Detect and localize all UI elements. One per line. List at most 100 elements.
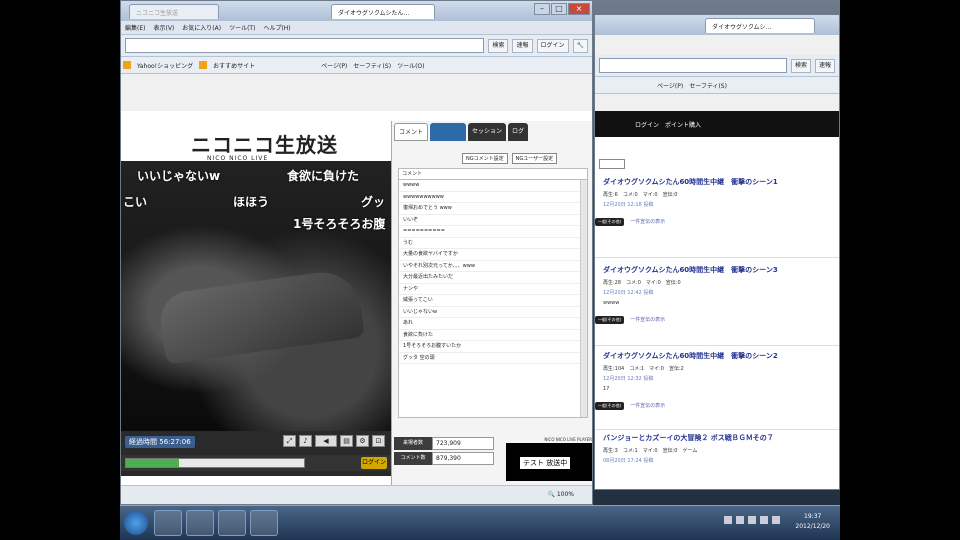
resize-icon[interactable]: ⊡ [372, 435, 385, 447]
tab-comments[interactable]: コメント [394, 123, 429, 141]
volume-icon[interactable]: ♪ [299, 435, 312, 447]
comment-row[interactable]: 大量の食欲ヤバイですか [399, 249, 587, 261]
wrench-icon[interactable]: 🔧 [572, 38, 588, 53]
comment-row[interactable]: 大分最近出たみたいだ [399, 272, 587, 284]
menu-favorites[interactable]: お気に入り(A) [182, 23, 221, 32]
point-link[interactable]: ポイント購入 [665, 120, 701, 129]
search-input[interactable] [125, 38, 485, 53]
result-title[interactable]: ダイオウグソクムシたん60時間生中継 衝撃のシーン1 [603, 177, 839, 187]
comment-row[interactable]: うむ [399, 238, 587, 249]
ng-user-button[interactable]: NGユーザー設定 [511, 153, 558, 164]
menu-tools[interactable]: ツール(T) [229, 23, 255, 32]
elapsed-time: 経過時間 56:27:06 [125, 436, 195, 448]
mini-player[interactable]: テスト 放送中 [506, 443, 592, 481]
comment-row[interactable]: wwwwwwwwww [399, 192, 587, 203]
menu-edit[interactable]: 編集(E) [125, 23, 145, 32]
tab-daiougusokumushi[interactable]: ダイオウグソクムシたん... [331, 4, 435, 19]
result-tag[interactable]: 一般(その他) [595, 218, 625, 226]
comment-row[interactable]: 威張ってこい [399, 295, 587, 307]
comment-row[interactable]: グッタ 空の頭 [399, 353, 587, 364]
tab-log[interactable]: ログ [508, 123, 529, 141]
comment-row[interactable]: ナンや [399, 284, 587, 295]
result-item[interactable]: ダイオウグソクムシたん60時間生中継 衝撃のシーン3 再生:28 コメ:0 マイ… [595, 265, 839, 324]
submit-button[interactable]: ログイン [361, 457, 387, 469]
volume-tray-icon[interactable] [772, 516, 780, 524]
video-player[interactable]: いいじゃないw 食欲に負けた こい ほほう グッ 1号そろそろお腹 [121, 161, 391, 431]
comment-list[interactable]: wwww wwwwwwwwww 復帰おめでとう www いいぞ ========== うむ… [398, 180, 588, 418]
comment-row[interactable]: いいじゃないw [399, 307, 587, 318]
result-item[interactable]: ダイオウグソクムシたん60時間生中継 衝撃のシーン1 再生:6 コメ:0 マイ:… [595, 177, 839, 226]
comment-input[interactable] [125, 458, 305, 468]
title-bar-right[interactable]: ダイオウグソクムシ... [595, 15, 839, 35]
comment-row[interactable]: 食欲に負けた [399, 330, 587, 341]
result-title[interactable]: バンジョーとカズーイの大冒険２ ボス戦ＢＧＭその７ [603, 433, 839, 443]
title-bar[interactable]: ニコニコ生放送 ダイオウグソクムシたん... – □ × [121, 1, 592, 21]
start-button[interactable] [124, 511, 148, 535]
result-title[interactable]: ダイオウグソクムシたん60時間生中継 衝撃のシーン2 [603, 351, 839, 361]
result-title[interactable]: ダイオウグソクムシたん60時間生中継 衝撃のシーン3 [603, 265, 839, 275]
result-ad-link[interactable]: 一件宣伝の表示 [630, 317, 665, 323]
result-item[interactable]: バンジョーとカズーイの大冒険２ ボス戦ＢＧＭその７ 再生:3 コメ:1 マイ:0… [603, 433, 839, 464]
comment-row[interactable]: 1号そろそろお腹すいたか [399, 341, 587, 353]
cmd-tools[interactable]: ツール(O) [397, 61, 424, 70]
tab-search-results[interactable]: ダイオウグソクムシ... [705, 18, 815, 33]
comment-row[interactable]: wwww [399, 180, 587, 192]
cmd-safety[interactable]: セーフティ(S) [353, 61, 391, 70]
fav-recommended[interactable]: おすすめサイト [213, 61, 255, 70]
app-taskbar-icon[interactable] [250, 510, 278, 536]
news-button[interactable]: 速報 [512, 38, 533, 53]
tab-session[interactable]: セッション [468, 123, 507, 141]
tray-icon[interactable] [724, 516, 732, 524]
tray-icon[interactable] [748, 516, 756, 524]
comment-scrollbar[interactable] [580, 180, 587, 417]
login-link[interactable]: ログイン [635, 120, 659, 129]
search-input-right[interactable] [599, 58, 787, 73]
comment-row[interactable]: いやそれ別次元ってか、、、www [399, 261, 587, 272]
media-taskbar-icon[interactable] [218, 510, 246, 536]
result-tag[interactable]: 一般(その他) [595, 316, 625, 324]
explorer-taskbar-icon[interactable] [186, 510, 214, 536]
stat-label: コメント数 [394, 452, 432, 465]
zoom-level[interactable]: 🔍 100% [547, 491, 574, 498]
result-tag[interactable]: 一般(その他) [595, 402, 625, 410]
ng-comment-button[interactable]: NGコメント設定 [462, 153, 508, 164]
result-ad-link[interactable]: 一件宣伝の表示 [630, 219, 665, 225]
comment-input-bar: ログイン [121, 455, 391, 471]
minimize-button[interactable]: – [534, 3, 550, 15]
seek-progress [126, 459, 180, 467]
ie-taskbar-icon[interactable] [154, 510, 182, 536]
cmd-page[interactable]: ページ(P) [321, 61, 347, 70]
login-button[interactable]: ログイン [536, 38, 569, 53]
settings-icon[interactable]: ⚙ [356, 435, 369, 447]
clock[interactable]: 19:37 2012/12/20 [795, 512, 830, 532]
news-button-right[interactable]: 速報 [814, 58, 835, 73]
close-button[interactable]: × [568, 3, 590, 15]
volume-slider[interactable]: ◀ [315, 435, 337, 447]
maximize-button[interactable]: □ [551, 3, 567, 15]
result-item[interactable]: ダイオウグソクムシたん60時間生中継 衝撃のシーン2 再生:104 コメ:1 マ… [595, 351, 839, 410]
comment-toggle-icon[interactable]: ▤ [340, 435, 353, 447]
tray-icon[interactable] [736, 516, 744, 524]
comment-row[interactable]: あれ [399, 318, 587, 330]
fav-yahoo-shopping[interactable]: Yahoo!ショッピング [137, 61, 193, 70]
sort-select[interactable] [599, 159, 625, 169]
browser-window-left[interactable]: ニコニコ生放送 ダイオウグソクムシたん... – □ × 編集(E) 表示(V)… [120, 0, 593, 505]
fullscreen-icon[interactable]: ⤢ [283, 435, 296, 447]
browser-window-right[interactable]: ダイオウグソクムシ... 検索 速報 ページ(P) セーフティ(S) ログイン … [594, 14, 840, 490]
result-meta: 再生:28 コメ:0 マイ:0 宣伝:0 [603, 280, 681, 286]
menu-view[interactable]: 表示(V) [153, 23, 174, 32]
cmd-page-right[interactable]: ページ(P) [657, 81, 683, 90]
comment-row[interactable]: 復帰おめでとう www [399, 203, 587, 215]
comment-row[interactable]: ========== [399, 226, 587, 238]
search-button[interactable]: 検索 [488, 38, 509, 53]
result-ad-link[interactable]: 一件宣伝の表示 [630, 403, 665, 409]
tab-nico[interactable]: ニコニコ生放送 [129, 4, 219, 19]
search-button-right[interactable]: 検索 [790, 58, 811, 73]
twitter-icon[interactable] [430, 123, 467, 141]
stat-value: 723,909 [432, 437, 494, 450]
menu-help[interactable]: ヘルプ(H) [263, 23, 290, 32]
nico-logo[interactable]: ニコニコ生放送 [191, 129, 338, 158]
comment-row[interactable]: いいぞ [399, 215, 587, 226]
network-icon[interactable] [760, 516, 768, 524]
cmd-safety-right[interactable]: セーフティ(S) [689, 81, 727, 90]
